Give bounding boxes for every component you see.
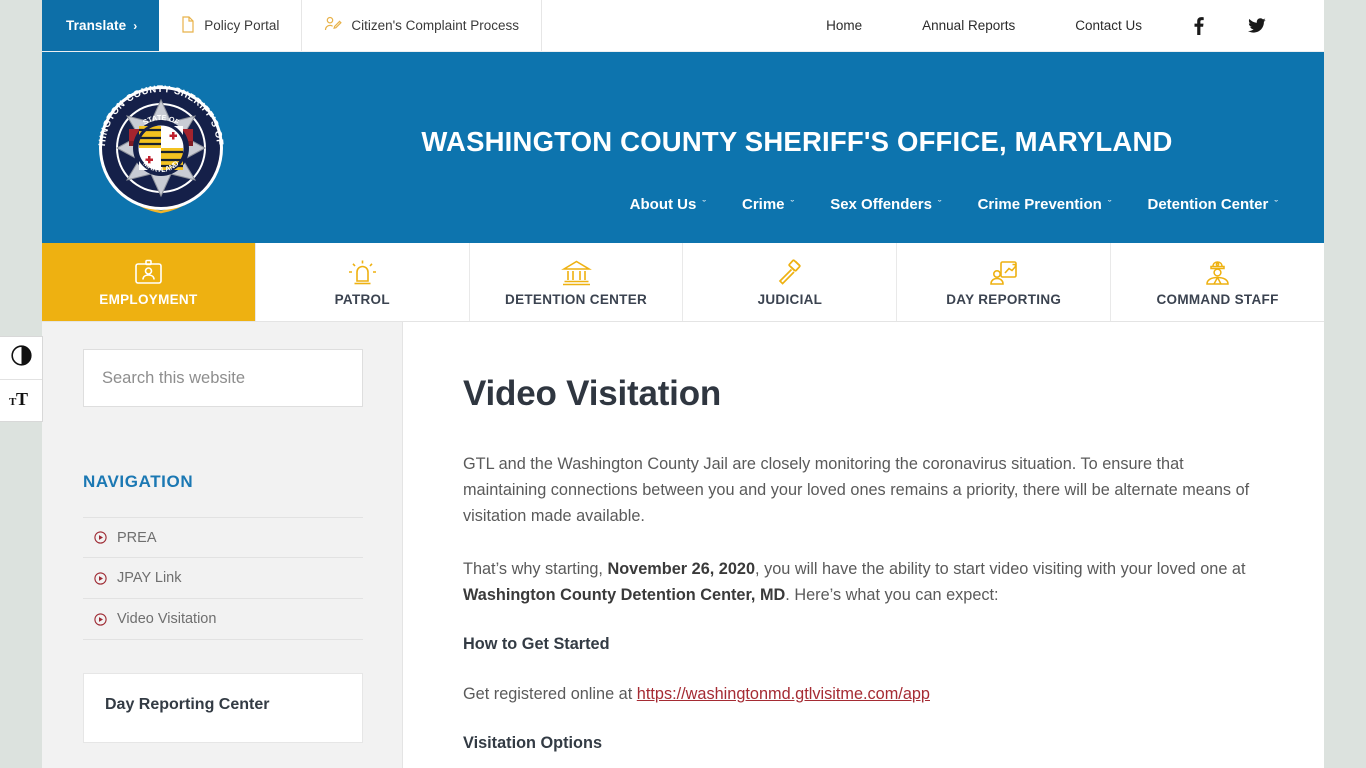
tab-detention-center[interactable]: DETENTION CENTER <box>470 243 684 321</box>
nav-label: Crime Prevention <box>977 196 1102 213</box>
site-title: WASHINGTON COUNTY SHERIFF'S OFFICE, MARY… <box>421 126 1173 157</box>
nav-item-detention-center[interactable]: Detention Center ˇ <box>1129 192 1296 217</box>
site-header: WASHINGTON COUNTY SHERIFF'S OFFICE <box>42 52 1324 243</box>
main-navigation: About Us ˇ Crime ˇ Sex Offenders ˇ Crime… <box>612 192 1296 217</box>
document-icon <box>181 15 195 36</box>
utility-link-citizens-complaint-process[interactable]: Citizen's Complaint Process <box>302 0 542 51</box>
utility-bar: Translate › Policy Portal Citizen's Comp… <box>42 0 1324 52</box>
utility-link-policy-portal[interactable]: Policy Portal <box>159 0 303 51</box>
sidebar-widget-day-reporting-center: Day Reporting Center <box>83 673 363 743</box>
courthouse-icon <box>560 258 592 288</box>
chevron-down-icon: ˇ <box>790 198 795 211</box>
play-circle-icon <box>94 531 107 544</box>
utility-link-label: Citizen's Complaint Process <box>351 18 519 33</box>
siren-light-icon <box>347 258 378 288</box>
tab-employment[interactable]: EMPLOYMENT <box>42 243 256 321</box>
contrast-toggle-button[interactable] <box>0 337 42 379</box>
tab-judicial[interactable]: JUDICIAL <box>683 243 898 321</box>
nav-item-crime-prevention[interactable]: Crime Prevention ˇ <box>960 192 1130 217</box>
tab-patrol[interactable]: PATROL <box>256 243 470 321</box>
sidebar-nav-list: PREA JPAY Link Video Visitation <box>83 517 363 640</box>
nav-label: Detention Center <box>1147 196 1269 213</box>
sidebar: NAVIGATION PREA <box>42 322 403 768</box>
registration-prefix: Get registered online at <box>463 685 637 703</box>
chevron-right-icon: › <box>133 18 138 33</box>
registration-paragraph: Get registered online at https://washing… <box>463 681 1263 707</box>
facility-name: Washington County Detention Center, MD <box>463 586 786 604</box>
officer-icon <box>1202 258 1233 288</box>
navigation-heading: NAVIGATION <box>83 472 194 491</box>
intro-paragraph: GTL and the Washington County Jail are c… <box>463 455 1250 525</box>
nav-label: About Us <box>629 196 697 213</box>
page-container: Translate › Policy Portal Citizen's Comp… <box>42 0 1324 768</box>
accessibility-toolbar: T T <box>0 336 43 422</box>
gavel-icon <box>774 258 805 288</box>
sheriff-badge-logo[interactable]: WASHINGTON COUNTY SHERIFF'S OFFICE <box>80 64 237 224</box>
twitter-icon[interactable] <box>1226 18 1288 33</box>
page-title: Video Visitation <box>463 374 722 413</box>
tab-label: PATROL <box>334 291 390 307</box>
utility-nav-annual-reports[interactable]: Annual Reports <box>892 18 1045 33</box>
sidebar-item-video-visitation[interactable]: Video Visitation <box>83 599 363 640</box>
utility-right-links: Home Annual Reports Contact Us <box>796 0 1324 51</box>
department-tab-strip: EMPLOYMENT PATROL DETENTION CENTER JUDIC… <box>42 243 1324 322</box>
id-badge-icon <box>133 258 164 288</box>
play-circle-icon <box>94 612 107 626</box>
tab-label: DETENTION CENTER <box>505 291 648 307</box>
tab-command-staff[interactable]: COMMAND STAFF <box>1111 243 1324 321</box>
sidebar-item-jpay-link[interactable]: JPAY Link <box>83 558 363 599</box>
sidebar-item-label: Video Visitation <box>117 611 217 627</box>
page-right-gutter <box>1324 0 1366 768</box>
tab-day-reporting[interactable]: DAY REPORTING <box>897 243 1112 321</box>
nav-label: Crime <box>742 196 785 213</box>
play-circle-icon <box>94 571 107 585</box>
content-area: NAVIGATION PREA <box>42 322 1324 768</box>
translate-label: Translate <box>66 18 127 33</box>
paragraph-middle: , you will have the ability to start vid… <box>755 560 1246 578</box>
utility-nav-home[interactable]: Home <box>796 18 892 33</box>
nav-item-about-us[interactable]: About Us ˇ <box>612 192 724 217</box>
person-chart-icon <box>988 258 1019 288</box>
user-edit-icon <box>324 16 343 35</box>
sidebar-item-prea[interactable]: PREA <box>83 517 363 558</box>
start-date: November 26, 2020 <box>607 560 756 578</box>
search-input[interactable] <box>83 349 363 407</box>
facebook-icon[interactable] <box>1172 16 1226 35</box>
main-content: Video Visitation GTL and the Washington … <box>403 322 1324 768</box>
utility-nav-contact-us[interactable]: Contact Us <box>1045 18 1172 33</box>
registration-link[interactable]: https://washingtonmd.gtlvisitme.com/app <box>637 685 930 703</box>
utility-link-label: Policy Portal <box>204 18 280 33</box>
subheading-visitation-options: Visitation Options <box>463 734 603 752</box>
sidebar-item-label: PREA <box>117 529 157 546</box>
chevron-down-icon: ˇ <box>1107 198 1112 211</box>
nav-label: Sex Offenders <box>830 196 932 213</box>
widget-title: Day Reporting Center <box>105 696 270 713</box>
sidebar-item-label: JPAY Link <box>117 570 182 586</box>
subheading-how-to-get-started: How to Get Started <box>463 635 610 653</box>
tab-label: DAY REPORTING <box>946 291 1062 307</box>
contrast-icon <box>10 345 32 371</box>
translate-button[interactable]: Translate › <box>42 0 160 51</box>
text-size-icon: T T <box>9 388 33 413</box>
tab-label: EMPLOYMENT <box>99 291 198 307</box>
tab-label: COMMAND STAFF <box>1156 291 1279 307</box>
paragraph-suffix: . Here’s what you can expect: <box>785 586 999 604</box>
start-date-paragraph: That’s why starting, November 26, 2020, … <box>463 556 1263 608</box>
chevron-down-icon: ˇ <box>1274 198 1278 211</box>
svg-text:T: T <box>16 389 28 408</box>
chevron-down-icon: ˇ <box>937 198 942 211</box>
font-size-toggle-button[interactable]: T T <box>0 379 42 421</box>
chevron-down-icon: ˇ <box>702 198 706 211</box>
nav-item-sex-offenders[interactable]: Sex Offenders ˇ <box>812 192 959 217</box>
tab-label: JUDICIAL <box>757 291 823 307</box>
nav-item-crime[interactable]: Crime ˇ <box>724 192 812 217</box>
paragraph-prefix: That’s why starting, <box>463 560 608 578</box>
